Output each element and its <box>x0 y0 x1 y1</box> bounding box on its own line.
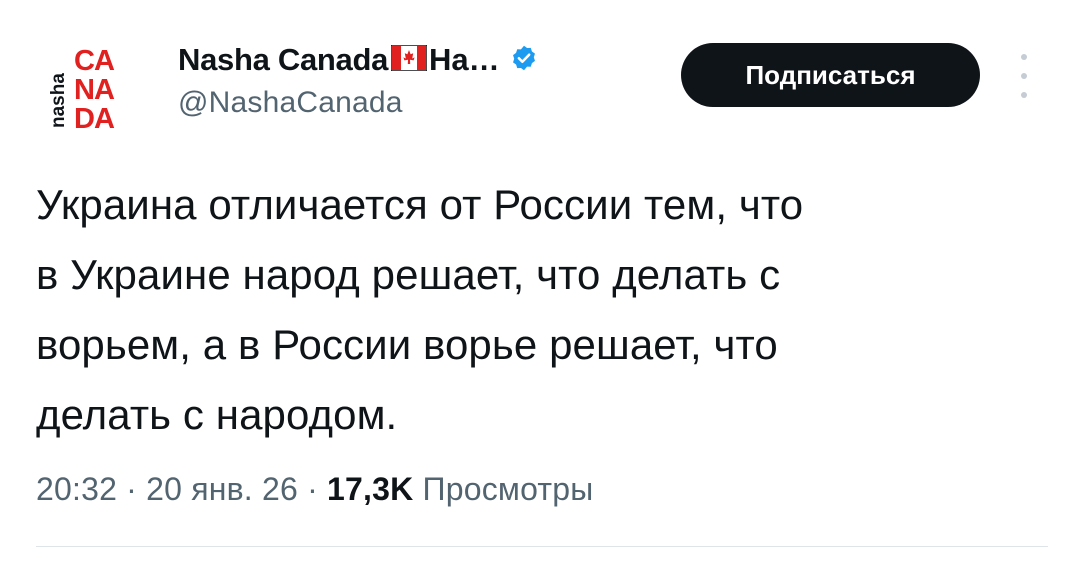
views-count: 17,3K <box>327 471 414 507</box>
user-handle[interactable]: @NashaCanada <box>178 86 648 120</box>
tweet-text-line: ворьем, а в России ворье решает, что <box>36 321 778 368</box>
divider <box>36 546 1048 547</box>
name-row: Nasha Canada Ha… <box>178 40 648 80</box>
tweet-date[interactable]: 20 янв. 26 <box>146 471 298 507</box>
meta-separator: · <box>117 471 147 507</box>
subscribe-button[interactable]: Подписаться <box>681 43 980 107</box>
verified-badge-icon <box>510 44 538 77</box>
tweet-text-line: в Украине народ решает, что делать с <box>36 251 781 298</box>
tweet-meta: 20:32 · 20 янв. 26 · 17,3K Просмотры <box>36 471 593 508</box>
tweet-text-line: Украина отличается от России тем, что <box>36 181 804 228</box>
svg-text:CA: CA <box>74 45 115 77</box>
svg-text:nasha: nasha <box>50 73 69 128</box>
nasha-canada-logo: nasha CA NA DA <box>50 45 116 134</box>
avatar[interactable]: nasha CA NA DA <box>50 42 142 134</box>
more-vertical-icon[interactable] <box>1012 54 1036 98</box>
svg-text:NA: NA <box>74 74 115 106</box>
meta-separator: · <box>297 471 328 507</box>
tweet-text: Украина отличается от России тем, что в … <box>36 170 1036 450</box>
more-dot <box>1021 73 1027 79</box>
views-label: Просмотры <box>422 471 594 507</box>
tweet-header: Nasha Canada Ha… @NashaCanada <box>178 40 648 120</box>
more-dot <box>1021 54 1027 60</box>
tweet-card: nasha CA NA DA Nasha Canada Ha… @NashaCa… <box>0 0 1080 575</box>
tweet-time[interactable]: 20:32 <box>36 471 117 507</box>
tweet-text-line: делать с народом. <box>36 391 398 438</box>
display-name-suffix[interactable]: Ha… <box>429 42 500 78</box>
svg-text:DA: DA <box>74 103 115 134</box>
more-dot <box>1021 92 1027 98</box>
canada-flag-icon <box>390 43 428 76</box>
display-name[interactable]: Nasha Canada <box>178 42 388 78</box>
